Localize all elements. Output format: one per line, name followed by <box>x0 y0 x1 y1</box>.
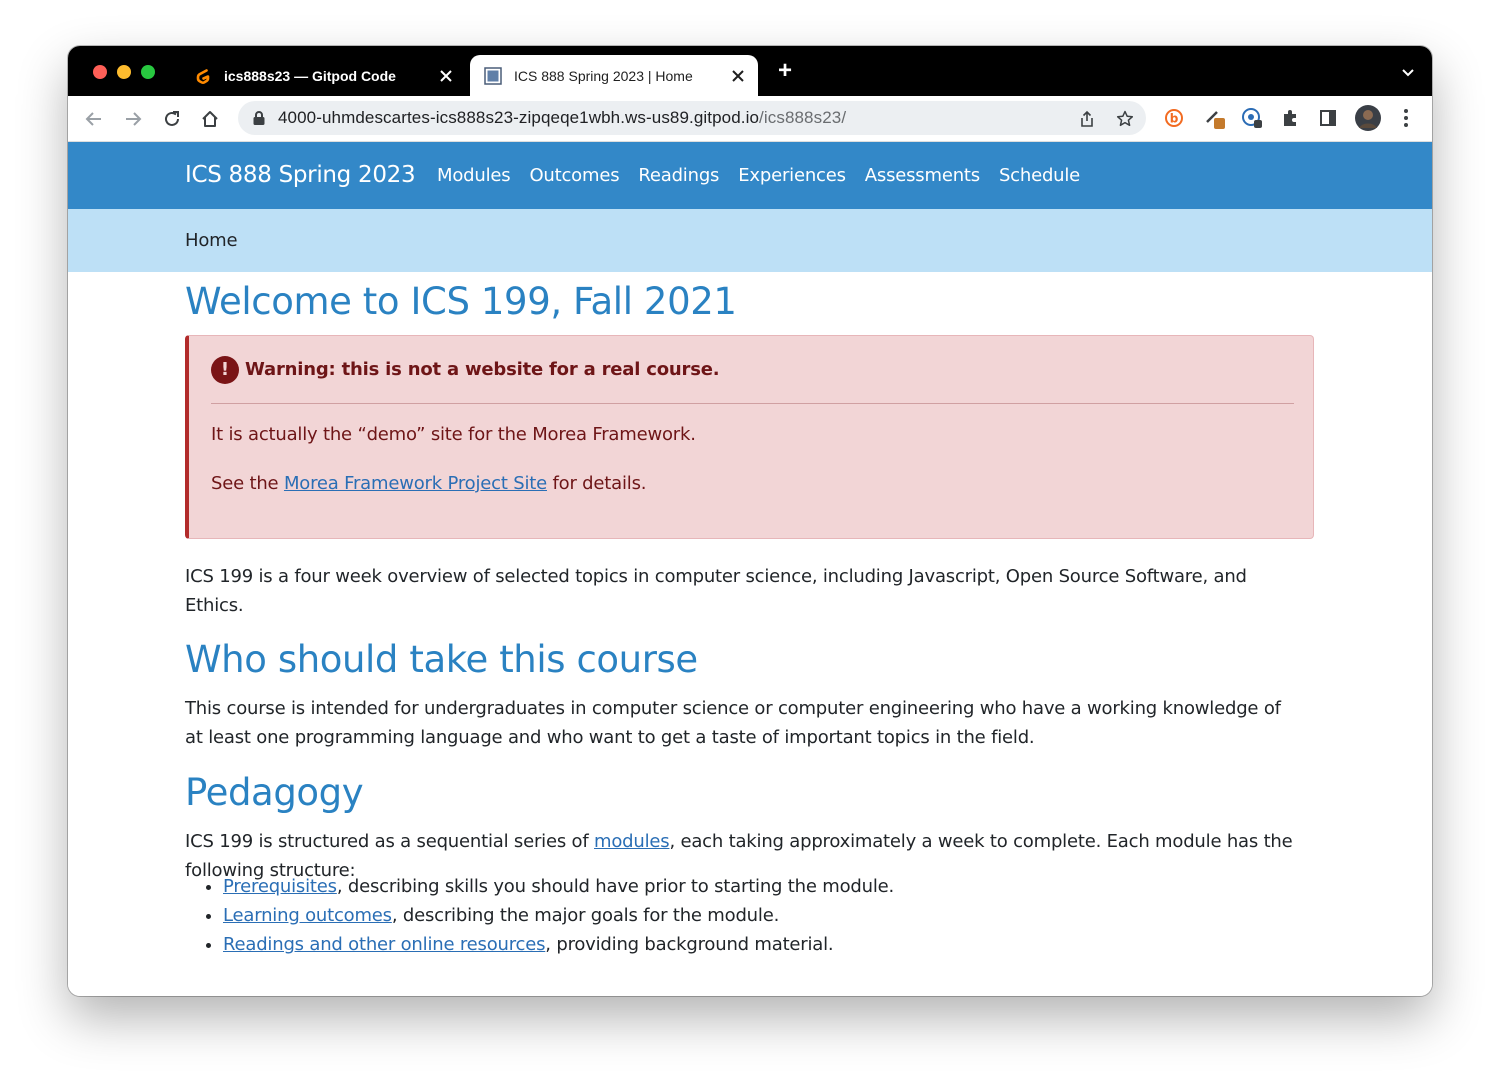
alert-text: It is actually the “demo” site for the M… <box>211 424 696 445</box>
address-bar[interactable]: 4000-uhmdescartes-ics888s23-zipqeqe1wbh.… <box>238 101 1146 135</box>
breadcrumb: Home <box>185 230 238 251</box>
extension-password-icon[interactable] <box>1241 107 1263 129</box>
maximize-window-button[interactable] <box>141 65 155 79</box>
site-nav-links: Modules Outcomes Readings Experiences As… <box>437 142 1099 209</box>
nav-schedule[interactable]: Schedule <box>999 142 1080 209</box>
who-line: at least one programming language and wh… <box>185 727 1035 748</box>
alert-text-after: for details. <box>546 473 647 494</box>
page-title: Welcome to ICS 199, Fall 2021 <box>185 280 737 323</box>
site-brand-link[interactable]: ICS 888 Spring 2023 <box>185 142 416 209</box>
pedagogy-text-after: , each taking approximately a week to co… <box>669 831 1293 852</box>
home-button[interactable] <box>198 107 222 131</box>
extension-eyedropper-icon[interactable] <box>1204 107 1226 129</box>
warning-alert: ! Warning: this is not a website for a r… <box>185 335 1314 539</box>
list-item: Prerequisites, describing skills you sho… <box>223 872 894 901</box>
readings-link[interactable]: Readings and other online resources <box>223 934 545 955</box>
share-icon[interactable] <box>1078 110 1096 128</box>
tab-strip: ics888s23 — Gitpod Code ICS 888 Spring 2… <box>68 46 1432 96</box>
close-tab-icon[interactable] <box>438 68 454 84</box>
nav-readings[interactable]: Readings <box>638 142 719 209</box>
forward-button[interactable] <box>121 107 145 131</box>
url-path: /ics888s23/ <box>759 108 847 127</box>
alert-divider <box>211 403 1294 404</box>
svg-text:b: b <box>1170 112 1179 126</box>
intro-paragraph: ICS 199 is a four week overview of selec… <box>185 562 1247 620</box>
breadcrumb-bar: Home <box>68 209 1432 272</box>
pedagogy-heading: Pedagogy <box>185 771 364 814</box>
reload-button[interactable] <box>160 107 184 131</box>
page-icon <box>484 66 502 85</box>
tab-search-chevron-icon[interactable] <box>1400 64 1416 80</box>
extensions-puzzle-icon[interactable] <box>1279 107 1301 129</box>
alert-heading: Warning: this is not a website for a rea… <box>245 359 720 380</box>
pedagogy-text-before: ICS 199 is structured as a sequential se… <box>185 831 594 852</box>
bookmark-star-icon[interactable] <box>1116 110 1134 128</box>
who-heading: Who should take this course <box>185 638 698 681</box>
tab-title: ICS 888 Spring 2023 | Home <box>514 67 693 84</box>
site-navbar: ICS 888 Spring 2023 Modules Outcomes Rea… <box>68 142 1432 209</box>
side-panel-icon[interactable] <box>1317 107 1339 129</box>
profile-avatar[interactable] <box>1354 104 1382 132</box>
web-page: ICS 888 Spring 2023 Modules Outcomes Rea… <box>68 142 1432 996</box>
nav-modules[interactable]: Modules <box>437 142 511 209</box>
close-tab-icon[interactable] <box>730 68 746 84</box>
minimize-window-button[interactable] <box>117 65 131 79</box>
list-item-text: , providing background material. <box>545 934 834 955</box>
learning-outcomes-link[interactable]: Learning outcomes <box>223 905 392 926</box>
morea-project-site-link[interactable]: Morea Framework Project Site <box>284 473 547 494</box>
nav-experiences[interactable]: Experiences <box>738 142 846 209</box>
prerequisites-link[interactable]: Prerequisites <box>223 876 337 897</box>
nav-assessments[interactable]: Assessments <box>865 142 980 209</box>
nav-outcomes[interactable]: Outcomes <box>529 142 619 209</box>
exclamation-icon: ! <box>211 356 239 384</box>
who-line: This course is intended for undergraduat… <box>185 698 1281 719</box>
list-item: Readings and other online resources, pro… <box>223 930 894 959</box>
back-button[interactable] <box>82 107 106 131</box>
url-text: 4000-uhmdescartes-ics888s23-zipqeqe1wbh.… <box>278 101 846 135</box>
list-item-text: , describing skills you should have prio… <box>336 876 895 897</box>
close-window-button[interactable] <box>93 65 107 79</box>
browser-menu-icon[interactable] <box>1395 107 1417 129</box>
modules-link[interactable]: modules <box>594 831 670 852</box>
module-structure-list: Prerequisites, describing skills you sho… <box>185 872 894 959</box>
browser-toolbar: 4000-uhmdescartes-ics888s23-zipqeqe1wbh.… <box>68 96 1432 142</box>
alert-text-before: See the <box>211 473 284 494</box>
browser-window: ics888s23 — Gitpod Code ICS 888 Spring 2… <box>68 46 1432 996</box>
who-paragraph: This course is intended for undergraduat… <box>185 694 1281 752</box>
tab-title: ics888s23 — Gitpod Code <box>224 67 396 84</box>
alert-text-details: See the Morea Framework Project Site for… <box>211 473 646 494</box>
new-tab-button[interactable]: + <box>774 59 796 83</box>
extension-b-icon[interactable]: b <box>1163 107 1185 129</box>
list-item-text: , describing the major goals for the mod… <box>391 905 780 926</box>
pedagogy-line: ICS 199 is structured as a sequential se… <box>185 827 1293 856</box>
list-item: Learning outcomes, describing the major … <box>223 901 894 930</box>
gitpod-icon <box>194 67 212 85</box>
tab-ics888-home[interactable]: ICS 888 Spring 2023 | Home <box>470 55 758 96</box>
lock-icon <box>253 111 265 125</box>
intro-line: Ethics. <box>185 595 244 616</box>
intro-line: ICS 199 is a four week overview of selec… <box>185 566 1247 587</box>
url-host: 4000-uhmdescartes-ics888s23-zipqeqe1wbh.… <box>278 108 760 127</box>
tab-gitpod[interactable]: ics888s23 — Gitpod Code <box>180 55 466 96</box>
